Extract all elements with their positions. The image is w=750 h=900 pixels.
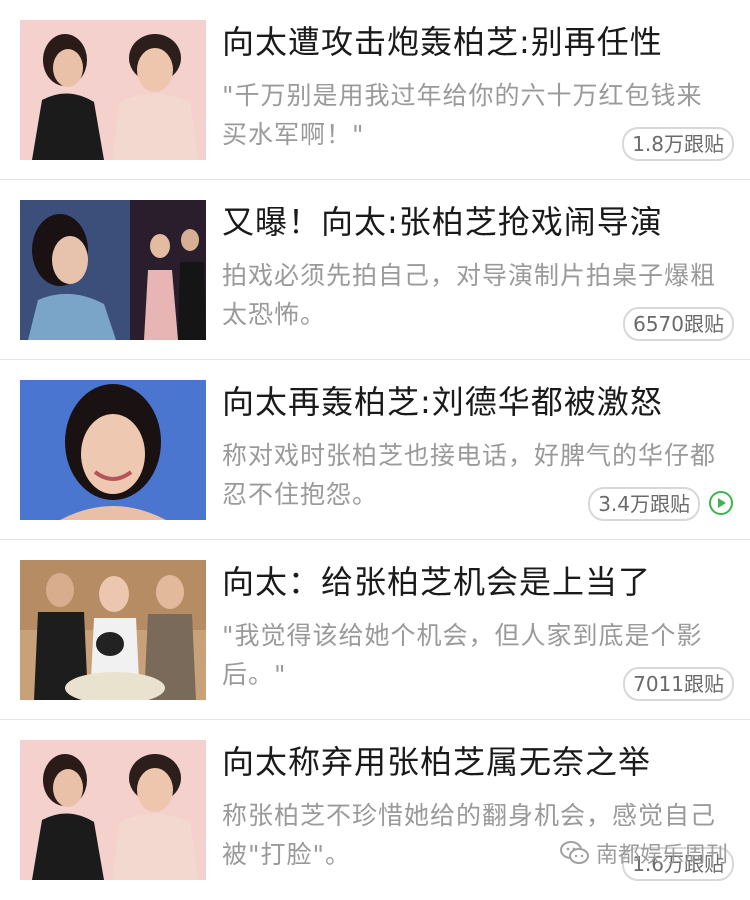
- news-item[interactable]: 向太再轰柏芝:刘德华都被激怒 称对戏时张柏芝也接电话，好脾气的华仔都忍不住抱怨。…: [0, 360, 750, 540]
- news-thumbnail[interactable]: [20, 560, 206, 700]
- watermark-text: 南都娱乐周刊: [595, 843, 728, 868]
- news-thumbnail[interactable]: [20, 740, 206, 880]
- comment-count-badge[interactable]: 1.8万跟贴: [622, 127, 734, 161]
- video-play-icon[interactable]: [708, 490, 734, 516]
- news-thumbnail[interactable]: [20, 200, 206, 340]
- comment-count-badge[interactable]: 7011跟贴: [623, 667, 734, 701]
- news-item[interactable]: 向太：给张柏芝机会是上当了 "我觉得该给她个机会，但人家到底是个影后。" 701…: [0, 540, 750, 720]
- thumbnail-image: [20, 20, 206, 160]
- news-title[interactable]: 向太再轰柏芝:刘德华都被激怒: [222, 380, 742, 424]
- news-title[interactable]: 又曝！向太:张柏芝抢戏闹导演: [222, 200, 742, 244]
- news-item[interactable]: 向太称弃用张柏芝属无奈之举 称张柏芝不珍惜她给的翻身机会，感觉自己被"打脸"。 …: [0, 720, 750, 900]
- news-item[interactable]: 又曝！向太:张柏芝抢戏闹导演 拍戏必须先拍自己，对导演制片拍桌子爆粗太恐怖。 6…: [0, 180, 750, 360]
- news-title[interactable]: 向太：给张柏芝机会是上当了: [222, 560, 742, 604]
- comment-count-badge[interactable]: 6570跟贴: [623, 307, 734, 341]
- news-item[interactable]: 向太遭攻击炮轰柏芝:别再任性 "千万别是用我过年给你的六十万红包钱来买水军啊！"…: [0, 0, 750, 180]
- watermark: 南都娱乐周刊: [559, 837, 728, 869]
- news-feed: 向太遭攻击炮轰柏芝:别再任性 "千万别是用我过年给你的六十万红包钱来买水军啊！"…: [0, 0, 750, 900]
- news-thumbnail[interactable]: [20, 20, 206, 160]
- thumbnail-image: [20, 380, 206, 520]
- news-thumbnail[interactable]: [20, 380, 206, 520]
- news-title[interactable]: 向太遭攻击炮轰柏芝:别再任性: [222, 20, 742, 64]
- thumbnail-image: [20, 740, 206, 880]
- comment-count-badge[interactable]: 3.4万跟贴: [588, 487, 700, 521]
- thumbnail-image: [20, 560, 206, 700]
- wechat-icon: [559, 841, 589, 864]
- news-title[interactable]: 向太称弃用张柏芝属无奈之举: [222, 740, 742, 784]
- thumbnail-image: [20, 200, 206, 340]
